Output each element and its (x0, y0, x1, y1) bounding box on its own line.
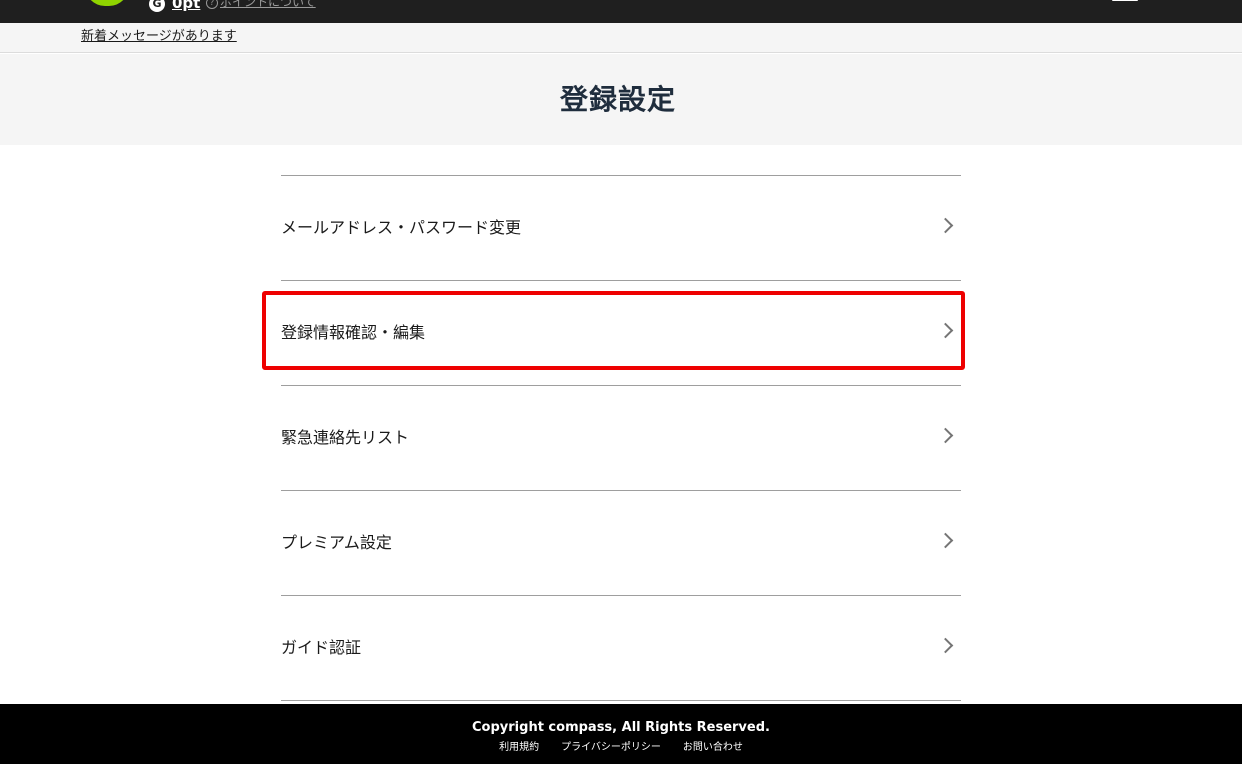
copyright-text: Copyright compass, All Rights Reserved. (472, 720, 770, 735)
settings-item-label: プレミアム設定 (281, 533, 392, 552)
chevron-right-icon (937, 532, 954, 549)
page-title-band: 登録設定 (0, 54, 1242, 145)
new-message-link[interactable]: 新着メッセージがあります (81, 28, 237, 46)
question-circle-icon: ? (206, 0, 218, 9)
page-title: 登録設定 (559, 83, 676, 116)
settings-menu-list: メールアドレス・パスワード変更 登録情報確認・編集 緊急連絡先リスト プレミアム… (281, 175, 961, 701)
chevron-right-icon (937, 637, 954, 654)
notification-bar: 新着メッセージがあります (0, 23, 1242, 53)
avatar[interactable] (85, 0, 129, 6)
footer-links: 利用規約 プライバシーポリシー お問い合わせ (0, 741, 1242, 755)
settings-item-email-password[interactable]: メールアドレス・パスワード変更 (281, 176, 961, 281)
settings-item-emergency-contacts[interactable]: 緊急連絡先リスト (281, 386, 961, 491)
settings-item-label: ガイド認証 (281, 638, 362, 657)
footer: Copyright compass, All Rights Reserved. … (0, 704, 1242, 764)
settings-item-label: メールアドレス・パスワード変更 (281, 218, 522, 237)
chevron-right-icon (937, 427, 954, 444)
footer-link-contact[interactable]: お問い合わせ (683, 741, 743, 755)
point-coin-icon: G (149, 0, 165, 12)
footer-link-terms[interactable]: 利用規約 (499, 741, 539, 755)
top-header: G 0pt ? ポイントについて (0, 0, 1242, 23)
points-help-link[interactable]: ポイントについて (220, 0, 316, 10)
settings-item-profile-edit[interactable]: 登録情報確認・編集 (281, 281, 961, 386)
settings-item-premium[interactable]: プレミアム設定 (281, 491, 961, 596)
chevron-right-icon (937, 217, 954, 234)
settings-item-guide-verification[interactable]: ガイド認証 (281, 596, 961, 701)
settings-item-label: 登録情報確認・編集 (281, 323, 426, 342)
footer-link-privacy[interactable]: プライバシーポリシー (561, 741, 661, 755)
chevron-right-icon (937, 322, 954, 339)
hamburger-menu-icon[interactable] (1112, 0, 1138, 1)
settings-item-label: 緊急連絡先リスト (281, 428, 410, 447)
points-value-link[interactable]: 0pt (172, 0, 200, 12)
